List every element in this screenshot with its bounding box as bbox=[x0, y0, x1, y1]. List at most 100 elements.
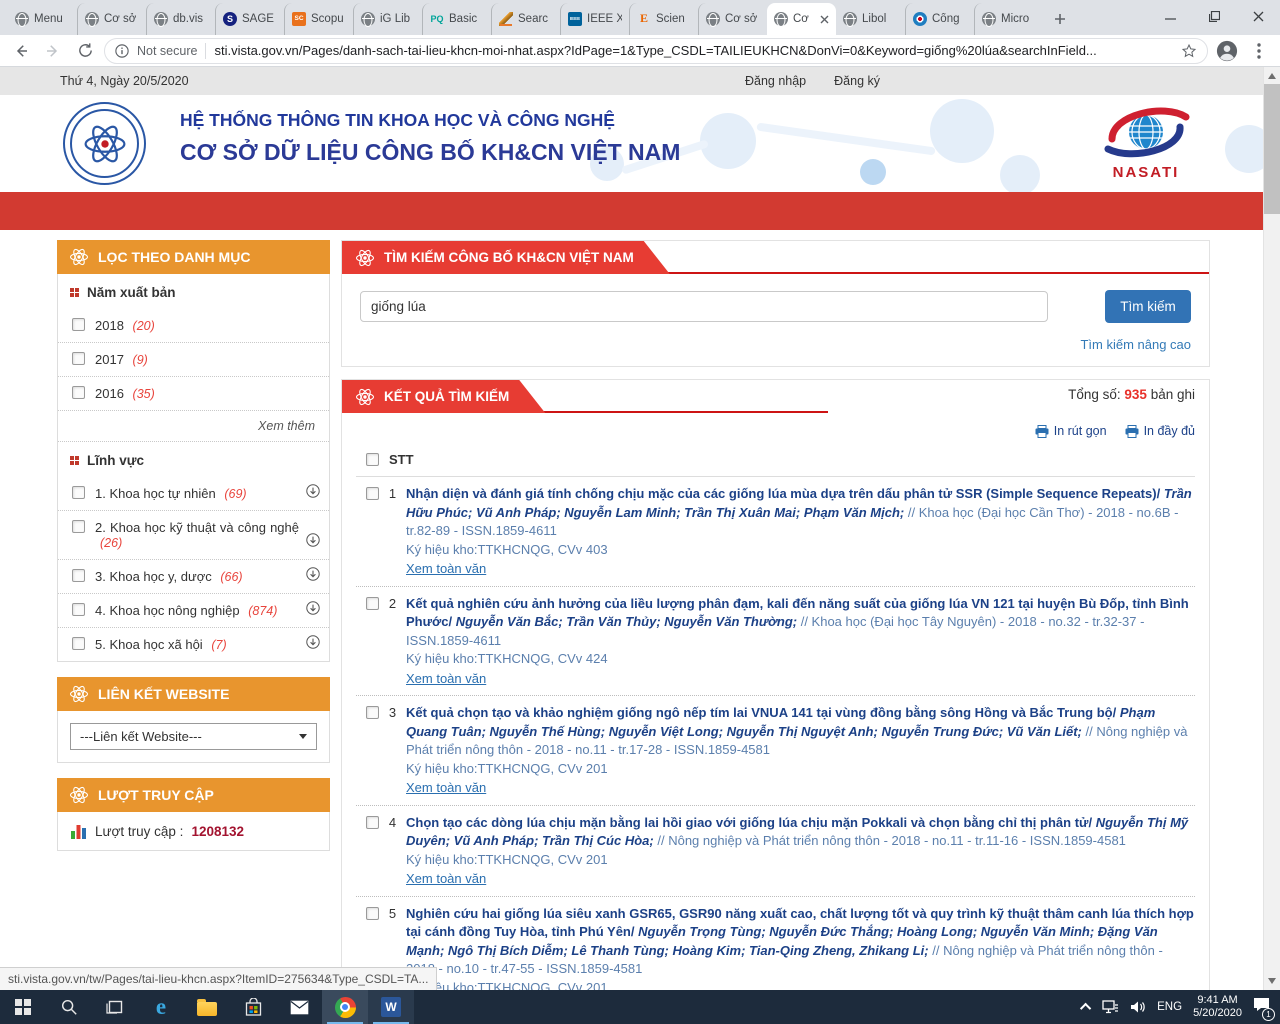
file-explorer-button[interactable] bbox=[184, 990, 230, 1024]
browser-menu-icon[interactable] bbox=[1246, 38, 1272, 64]
login-link[interactable]: Đăng nhập bbox=[745, 74, 806, 88]
browser-tab[interactable]: PQ Basic bbox=[422, 3, 491, 35]
close-window-button[interactable] bbox=[1236, 0, 1280, 32]
filter-checkbox[interactable] bbox=[72, 352, 85, 365]
result-title[interactable]: Nhận diện và đánh giá tính chống chịu mặ… bbox=[406, 486, 1160, 501]
expand-icon[interactable] bbox=[306, 533, 320, 550]
browser-tab[interactable]: IEEE IEEE X bbox=[560, 3, 629, 35]
word-taskbar-button[interactable] bbox=[368, 990, 414, 1024]
search-input[interactable] bbox=[360, 291, 1048, 322]
atom-icon bbox=[69, 247, 89, 267]
browser-tab[interactable]: Searc bbox=[491, 3, 560, 35]
expand-icon[interactable] bbox=[306, 601, 320, 618]
bookmark-star-icon[interactable] bbox=[1181, 43, 1197, 59]
browser-tab[interactable]: db.vis bbox=[146, 3, 215, 35]
info-icon[interactable] bbox=[115, 44, 129, 58]
filter-checkbox[interactable] bbox=[72, 603, 85, 616]
taskbar-clock[interactable]: 9:41 AM 5/20/2020 bbox=[1193, 994, 1242, 1020]
result-title[interactable]: Chọn tạo các dòng lúa chịu mặn bằng lai … bbox=[406, 815, 1092, 830]
browser-tab[interactable]: E Scien bbox=[629, 3, 698, 35]
result-title[interactable]: Kết quả chọn tạo và khảo nghiệm giống ng… bbox=[406, 705, 1116, 720]
chrome-taskbar-button[interactable] bbox=[322, 990, 368, 1024]
view-fulltext-link[interactable]: Xem toàn văn bbox=[406, 779, 486, 798]
filter-checkbox[interactable] bbox=[72, 486, 85, 499]
filter-checkbox[interactable] bbox=[72, 520, 85, 533]
mail-button[interactable] bbox=[276, 990, 322, 1024]
browser-tab[interactable]: S SAGE bbox=[215, 3, 284, 35]
tab-title: Scopu bbox=[311, 13, 346, 25]
mail-icon bbox=[290, 1000, 309, 1015]
taskbar-date: 5/20/2020 bbox=[1193, 1007, 1242, 1020]
start-button[interactable] bbox=[0, 990, 46, 1024]
register-link[interactable]: Đăng ký bbox=[834, 74, 880, 88]
store-button[interactable] bbox=[230, 990, 276, 1024]
print-options: In rút gọn In đầy đủ bbox=[356, 417, 1195, 443]
search-button[interactable]: Tìm kiếm bbox=[1105, 290, 1191, 323]
maximize-button[interactable] bbox=[1192, 0, 1236, 32]
filter-count: (26) bbox=[100, 536, 122, 550]
expand-icon[interactable] bbox=[306, 567, 320, 584]
view-fulltext-link[interactable]: Xem toàn văn bbox=[406, 670, 486, 689]
select-all-checkbox[interactable] bbox=[366, 453, 379, 466]
browser-tab[interactable]: Cổng bbox=[905, 3, 974, 35]
back-button[interactable] bbox=[8, 38, 34, 64]
url-text[interactable]: sti.vista.gov.vn/Pages/danh-sach-tai-lie… bbox=[214, 43, 1173, 58]
browser-tab[interactable]: Cơ sở bbox=[77, 3, 146, 35]
language-indicator[interactable]: ENG bbox=[1157, 1001, 1182, 1013]
volume-icon[interactable] bbox=[1130, 1000, 1146, 1014]
scrollbar-thumb[interactable] bbox=[1264, 84, 1280, 214]
filter-checkbox[interactable] bbox=[72, 637, 85, 650]
advanced-search-link[interactable]: Tìm kiếm nâng cao bbox=[360, 337, 1191, 352]
print-short-link[interactable]: In rút gọn bbox=[1035, 424, 1107, 438]
print-full-link[interactable]: In đầy đủ bbox=[1125, 424, 1195, 438]
omnibox[interactable]: Not secure sti.vista.gov.vn/Pages/danh-s… bbox=[104, 38, 1208, 64]
network-icon[interactable] bbox=[1102, 1000, 1119, 1014]
expand-icon[interactable] bbox=[306, 484, 320, 501]
result-checkbox[interactable] bbox=[366, 816, 379, 829]
printer-icon bbox=[1125, 425, 1139, 438]
task-view-button[interactable] bbox=[92, 990, 138, 1024]
result-number: 2 bbox=[379, 595, 406, 689]
result-checkbox[interactable] bbox=[366, 907, 379, 920]
browser-tab[interactable]: Cơ bbox=[767, 3, 836, 35]
tab-close-icon[interactable] bbox=[820, 15, 829, 24]
view-fulltext-link[interactable]: Xem toàn văn bbox=[406, 560, 486, 579]
edge-button[interactable]: e bbox=[138, 990, 184, 1024]
results-total-count: 935 bbox=[1124, 387, 1147, 402]
expand-icon[interactable] bbox=[306, 635, 320, 652]
results-panel: KẾT QUẢ TÌM KIẾM Tổng số: 935 bản ghi bbox=[341, 379, 1210, 990]
filter-checkbox[interactable] bbox=[72, 569, 85, 582]
profile-avatar[interactable] bbox=[1214, 38, 1240, 64]
tab-favicon: E bbox=[637, 12, 651, 26]
filter-checkbox[interactable] bbox=[72, 318, 85, 331]
forward-button[interactable] bbox=[40, 38, 66, 64]
taskbar-search-button[interactable] bbox=[46, 990, 92, 1024]
result-checkbox[interactable] bbox=[366, 487, 379, 500]
security-label[interactable]: Not secure bbox=[137, 44, 197, 58]
view-fulltext-link[interactable]: Xem toàn văn bbox=[406, 870, 486, 889]
result-checkbox[interactable] bbox=[366, 706, 379, 719]
browser-tab[interactable]: Micro bbox=[974, 3, 1043, 35]
browser-tab[interactable]: iG Lib bbox=[353, 3, 422, 35]
minimize-button[interactable] bbox=[1148, 0, 1192, 32]
browser-tab[interactable]: Menu bbox=[8, 3, 77, 35]
browser-tab[interactable]: Libol bbox=[836, 3, 905, 35]
action-center-button[interactable]: 1 bbox=[1253, 997, 1270, 1017]
filter-label: 5. Khoa học xã hội bbox=[95, 637, 203, 652]
new-tab-button[interactable] bbox=[1047, 6, 1073, 32]
website-links-select[interactable]: ---Liên kết Website--- bbox=[70, 723, 317, 750]
show-more-link[interactable]: Xem thêm bbox=[58, 411, 329, 442]
scroll-down-arrow[interactable] bbox=[1268, 978, 1276, 984]
result-checkbox[interactable] bbox=[366, 597, 379, 610]
reload-button[interactable] bbox=[72, 38, 98, 64]
filter-checkbox[interactable] bbox=[72, 386, 85, 399]
year-filter-item: 2017 (9) bbox=[58, 343, 329, 377]
tab-favicon bbox=[154, 12, 168, 26]
browser-tab[interactable]: SC Scopu bbox=[284, 3, 353, 35]
site-title-line2: CƠ SỞ DỮ LIỆU CÔNG BỐ KH&CN VIỆT NAM bbox=[180, 139, 680, 166]
result-item: 2 Kết quả nghiên cứu ảnh hưởng của liều … bbox=[356, 587, 1195, 697]
tray-expand-icon[interactable] bbox=[1080, 1003, 1091, 1014]
tab-title: db.vis bbox=[173, 13, 208, 25]
scroll-up-arrow[interactable] bbox=[1264, 67, 1280, 84]
browser-tab[interactable]: Cơ sở bbox=[698, 3, 767, 35]
